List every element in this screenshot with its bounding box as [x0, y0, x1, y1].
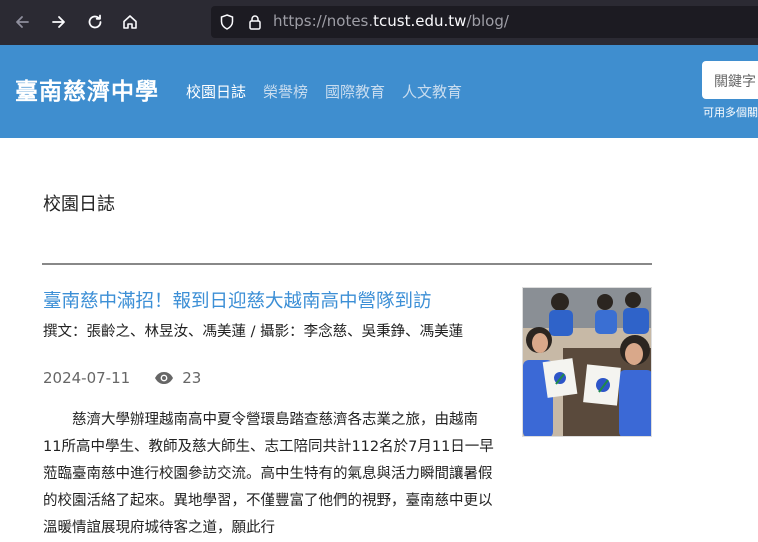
search-input[interactable]: 關鍵字: [702, 61, 758, 99]
shield-icon[interactable]: [218, 13, 236, 31]
site-header: 臺南慈濟中學 校園日誌 榮譽榜 國際教育 人文教育 關鍵字 可用多個關: [0, 45, 758, 138]
divider: [42, 263, 652, 265]
post-date: 2024-07-11: [43, 369, 131, 387]
nav-item-humanities-education[interactable]: 人文教育: [402, 81, 462, 102]
home-icon: [123, 15, 137, 29]
nav-item-international-education[interactable]: 國際教育: [325, 81, 385, 102]
post-authors: 撰文：張齡之、林昱汝、馮美蓮 / 攝影：李念慈、吳秉錚、馮美蓮: [43, 324, 464, 340]
page-title: 校園日誌: [43, 194, 115, 215]
post-view-count: 23: [182, 369, 202, 387]
site-title[interactable]: 臺南慈濟中學: [15, 72, 159, 106]
photo-image: [523, 288, 651, 436]
lock-icon[interactable]: [246, 13, 264, 31]
back-button[interactable]: [8, 8, 36, 36]
address-bar[interactable]: https://notes.tcust.edu.tw/blog/: [211, 6, 758, 38]
arrow-right-icon: [52, 16, 65, 28]
search-hint: 可用多個關: [703, 106, 758, 119]
reload-button[interactable]: [81, 8, 109, 36]
main-nav: 校園日誌 榮譽榜 國際教育 人文教育: [186, 81, 462, 102]
home-button[interactable]: [116, 8, 144, 36]
url-text[interactable]: https://notes.tcust.edu.tw/blog/: [273, 12, 509, 30]
arrow-left-icon: [16, 16, 29, 28]
url-domain: tcust.edu.tw: [373, 12, 467, 30]
post-excerpt: 慈濟大學辦理越南高中夏令營環島踏查慈濟各志業之旅，由越南11所高中學生、教師及慈…: [43, 412, 494, 536]
reload-icon: [88, 14, 102, 29]
url-prefix: https://notes.: [273, 12, 374, 30]
url-suffix: /blog/: [466, 12, 509, 30]
post-title-link[interactable]: 臺南慈中滿招！報到日迎慈大越南高中營隊到訪: [43, 287, 432, 313]
nav-item-honor-roll[interactable]: 榮譽榜: [263, 81, 308, 102]
browser-toolbar: https://notes.tcust.edu.tw/blog/: [0, 0, 758, 45]
post-thumbnail[interactable]: [522, 287, 652, 437]
forward-button[interactable]: [45, 8, 73, 36]
nav-item-campus-diary[interactable]: 校園日誌: [186, 81, 246, 102]
eye-icon: [155, 372, 174, 384]
post-meta: 2024-07-11 23: [43, 369, 201, 387]
